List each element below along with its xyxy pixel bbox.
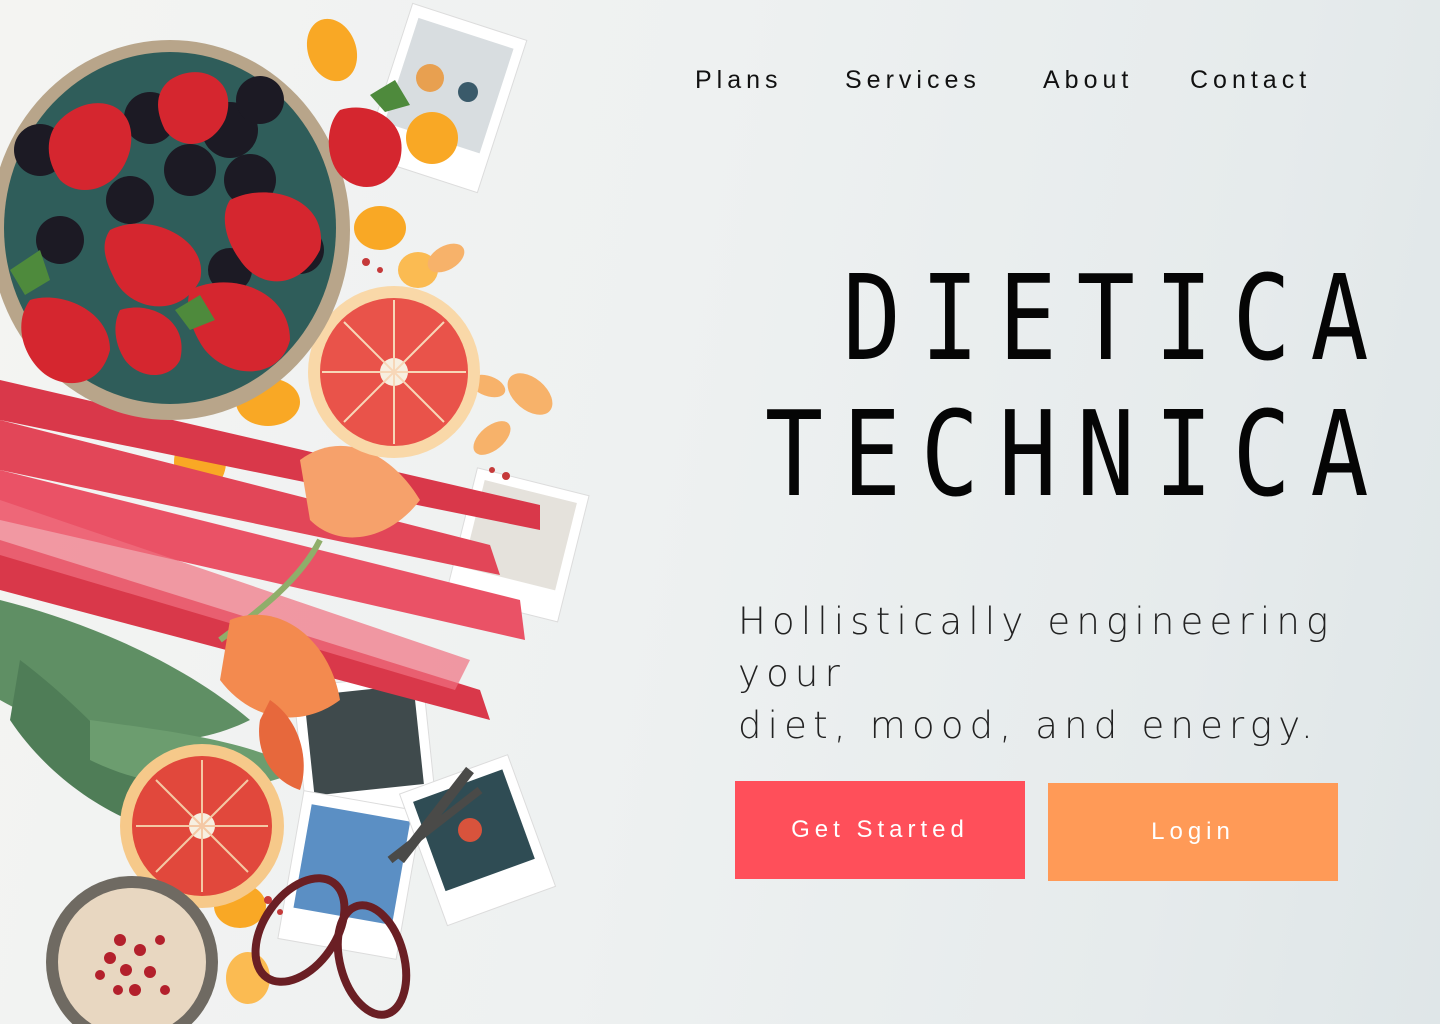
tagline-line-2: diet, mood, and energy.: [738, 704, 1319, 747]
main-nav: Plans Services About Contact: [680, 66, 1360, 106]
title-line-2: TECHNICA: [764, 385, 1388, 523]
blood-orange-top: [308, 286, 480, 458]
hero-tagline: Hollistically engineering your diet, moo…: [738, 596, 1418, 752]
nav-link-contact[interactable]: Contact: [1190, 66, 1311, 95]
title-line-1: DIETICA: [842, 249, 1388, 387]
get-started-button[interactable]: Get Started: [735, 781, 1025, 879]
nav-link-about[interactable]: About: [1043, 66, 1133, 95]
tagline-line-1: Hollistically engineering your: [738, 600, 1335, 695]
nav-link-plans[interactable]: Plans: [695, 66, 783, 95]
fruit-flatlay-photo: [0, 2, 590, 1024]
login-button[interactable]: Login: [1048, 783, 1338, 881]
nav-link-services[interactable]: Services: [845, 66, 981, 95]
page-title: DIETICA TECHNICA: [628, 250, 1388, 522]
